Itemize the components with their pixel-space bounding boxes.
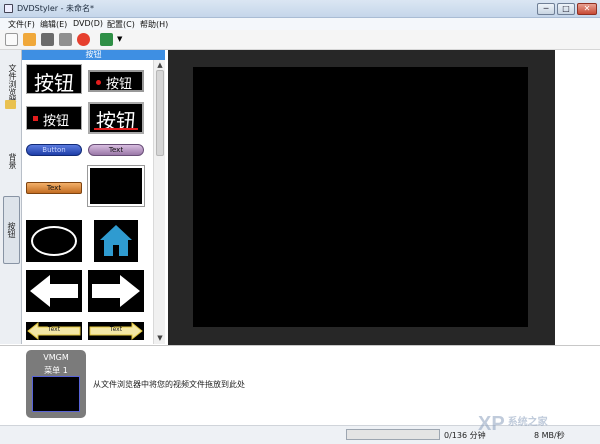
vmgm-label: VMGM [43, 353, 69, 362]
disc-usage-progress [346, 429, 440, 440]
button-gallery: 按钮 按钮 按钮 按钮 Button Text Text Text Text [22, 60, 152, 344]
button-thumb-label: Text [46, 184, 62, 192]
underline [94, 128, 138, 130]
arrow-right-icon [92, 275, 140, 307]
vmgm-menu-label: 菜单 1 [44, 366, 68, 375]
open-folder-icon[interactable] [23, 33, 36, 46]
folder-icon [5, 100, 16, 109]
scroll-down-icon[interactable]: ▼ [156, 334, 164, 342]
minimize-button[interactable]: ─ [537, 3, 555, 15]
new-file-icon[interactable] [5, 33, 18, 46]
red-square-icon [33, 116, 38, 121]
menu-edit[interactable]: 编辑(E) [40, 19, 67, 30]
panel-scrollbar[interactable]: ▲ ▼ [153, 60, 165, 344]
button-thumb[interactable]: 按钮 [26, 64, 82, 94]
burn-icon[interactable] [77, 33, 90, 46]
button-thumb[interactable]: Text [88, 322, 144, 340]
chevron-down-icon[interactable]: ▼ [117, 35, 122, 43]
left-tab-strip: 文件浏览器 背景 按钮 [0, 50, 22, 344]
save-icon[interactable] [41, 33, 54, 46]
menu-file[interactable]: 文件(F) [8, 19, 35, 30]
tab-background[interactable]: 背景 [3, 146, 20, 176]
button-thumb[interactable]: 按钮 [88, 102, 144, 134]
button-thumb[interactable] [94, 220, 138, 262]
button-thumb[interactable] [26, 270, 82, 312]
button-thumb-label: 按钮 [43, 114, 70, 129]
menu-dvd[interactable]: DVD(D) [73, 19, 103, 28]
button-thumb[interactable]: Text [26, 182, 82, 194]
button-thumb[interactable]: 按钮 [26, 106, 82, 130]
vmgm-menu-thumbnail[interactable] [32, 376, 80, 412]
maximize-button[interactable]: □ [557, 3, 575, 15]
menu-canvas[interactable] [193, 67, 528, 327]
vmgm-card[interactable]: VMGM 菜单 1 [26, 350, 86, 418]
button-thumb[interactable]: 按钮 [88, 70, 144, 92]
panel-header: 按钮 [22, 50, 165, 60]
drop-hint-text: 从文件浏览器中将您的视频文件拖放到此处 [93, 380, 245, 389]
workspace-margin [555, 50, 600, 345]
button-thumb[interactable]: Button [26, 144, 82, 156]
button-thumb[interactable] [87, 165, 145, 207]
title-bar: DVDStyler - 未命名* ─ □ ✕ [0, 0, 600, 18]
menu-config[interactable]: 配置(C) [107, 19, 135, 30]
settings-icon[interactable] [59, 33, 72, 46]
button-thumb-label: 按钮 [106, 77, 133, 92]
red-dot-icon [96, 80, 101, 85]
add-file-icon[interactable] [100, 33, 113, 46]
scroll-up-icon[interactable]: ▲ [156, 61, 164, 69]
menu-bar: 文件(F) 编辑(E) DVD(D) 配置(C) 帮助(H) [0, 18, 600, 30]
button-thumb-label: Text [109, 326, 123, 333]
tab-buttons[interactable]: 按钮 [3, 196, 20, 264]
button-thumb[interactable] [26, 220, 82, 262]
ellipse-shape [31, 226, 77, 256]
button-thumb-label: Text [47, 326, 61, 333]
close-button[interactable]: ✕ [577, 3, 597, 15]
button-thumb[interactable]: Text [26, 322, 82, 340]
scroll-thumb[interactable] [156, 70, 164, 156]
arrow-left-icon [30, 275, 78, 307]
buttons-panel: 按钮 按钮 按钮 按钮 按钮 Button Text Text Text Tex… [22, 50, 165, 344]
app-icon [4, 4, 13, 13]
button-thumb-label: 按钮 [34, 71, 74, 94]
button-thumb-label: Text [108, 146, 124, 154]
button-thumb-label: Button [42, 146, 66, 154]
window-title: DVDStyler - 未命名* [17, 4, 95, 13]
watermark-logo: XP 系统之家 [478, 413, 548, 435]
toolbar: ▼ [0, 30, 600, 50]
house-icon [100, 225, 132, 256]
menu-help[interactable]: 帮助(H) [140, 19, 168, 30]
button-thumb[interactable]: Text [88, 144, 144, 156]
button-thumb[interactable] [88, 270, 144, 312]
